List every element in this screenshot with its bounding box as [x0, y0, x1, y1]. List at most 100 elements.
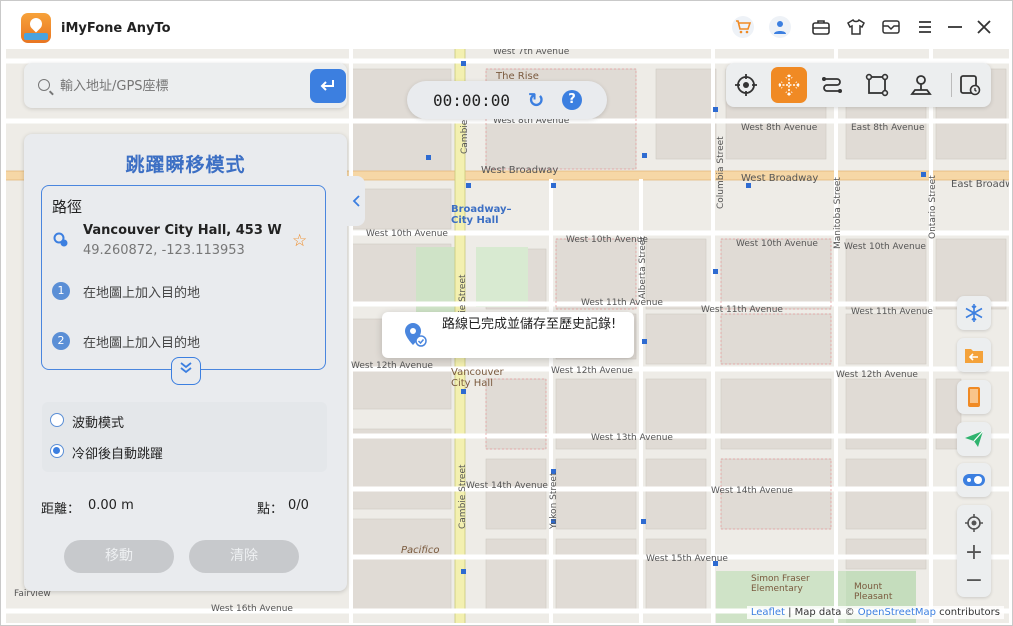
- street-label: West 11th Avenue: [851, 307, 933, 317]
- street-label: West 8th Avenue: [741, 123, 818, 133]
- street-label: West 15th Avenue: [646, 554, 728, 564]
- street-label: West 10th Avenue: [844, 242, 926, 252]
- locate-icon: [965, 514, 983, 532]
- toggle-button[interactable]: [957, 463, 991, 497]
- distance-value: 0.00 m: [88, 498, 134, 513]
- search-input[interactable]: [60, 75, 320, 97]
- return-arrow-icon: [320, 80, 334, 91]
- teleport-mode-button[interactable]: [728, 67, 764, 103]
- history-icon: [960, 75, 981, 96]
- route-icon: [822, 77, 842, 93]
- joystick-mode-button[interactable]: [903, 67, 939, 103]
- place-label: Simon Fraser Elementary: [751, 574, 810, 594]
- street-label: Cambie Street: [458, 464, 468, 529]
- location-check-icon: [405, 323, 427, 347]
- star-icon[interactable]: ☆: [292, 231, 307, 251]
- multi-route-icon: [865, 73, 889, 97]
- crosshair-icon: [735, 74, 757, 96]
- radio-wave-mode[interactable]: [50, 413, 64, 427]
- distance-label: 距離：: [41, 502, 81, 517]
- title-bar: iMyFone AnyTo: [1, 1, 1012, 49]
- street-label: Yukon Street: [549, 472, 559, 529]
- app-logo-icon: [21, 13, 51, 43]
- start-location-name: Vancouver City Hall, 453 W 1...: [83, 223, 283, 238]
- street-label: West Broadway: [741, 173, 819, 184]
- toast-message: 路線已完成並儲存至歷史記錄!: [442, 317, 617, 332]
- street-label: West 12th Avenue: [551, 366, 633, 376]
- import-gpx-button[interactable]: [957, 338, 991, 372]
- step-number: 1: [52, 282, 70, 300]
- jump-teleport-panel: 跳躍瞬移模式 路徑 Vancouver City Hall, 453 W 1..…: [24, 134, 347, 591]
- street-label: West 10th Avenue: [736, 239, 818, 249]
- collapse-panel-button[interactable]: [347, 176, 365, 226]
- send-button[interactable]: [957, 422, 991, 456]
- expand-route-button[interactable]: [171, 357, 201, 385]
- osm-link[interactable]: OpenStreetMap: [858, 607, 936, 618]
- street-label: West 7th Avenue: [493, 49, 570, 57]
- joystick-icon: [910, 75, 932, 95]
- help-icon[interactable]: ?: [562, 90, 582, 110]
- timer-panel: 00:00:00 ↻ ?: [407, 81, 607, 119]
- mail-icon[interactable]: [880, 16, 902, 38]
- street-label: East 8th Avenue: [851, 123, 925, 133]
- street-label: East Broadway: [951, 179, 1009, 190]
- transit-station-label: Broadway–City Hall: [451, 204, 512, 226]
- two-spot-mode-button[interactable]: [814, 67, 850, 103]
- street-label: West 16th Avenue: [211, 604, 293, 614]
- clear-button[interactable]: 清除: [189, 540, 299, 573]
- points-value: 0/0: [288, 498, 309, 513]
- freeze-button[interactable]: [957, 296, 991, 330]
- cart-icon[interactable]: [732, 16, 754, 38]
- place-label: Vancouver City Hall: [451, 367, 504, 389]
- place-label: Pacifico: [401, 545, 440, 556]
- zoom-in-button[interactable]: +: [957, 538, 991, 566]
- toggle-icon: [963, 474, 985, 486]
- zoom-out-button[interactable]: −: [957, 566, 991, 594]
- double-chevron-down-icon: [180, 362, 192, 374]
- device-button[interactable]: [957, 380, 991, 414]
- history-button[interactable]: [952, 67, 988, 103]
- send-icon: [965, 430, 984, 447]
- leaflet-link[interactable]: Leaflet: [751, 607, 785, 618]
- phone-icon: [968, 387, 980, 407]
- map-attribution: Leaflet | Map data © OpenStreetMap contr…: [746, 606, 1004, 619]
- street-label: West 12th Avenue: [351, 361, 433, 371]
- search-go-button[interactable]: [310, 69, 346, 103]
- jump-options: 波動模式 冷卻後自動跳躍: [42, 402, 327, 472]
- close-icon[interactable]: [973, 16, 995, 38]
- locate-me-button[interactable]: [957, 509, 991, 537]
- street-label: West 10th Avenue: [366, 229, 448, 239]
- street-label: Manitoba Street: [833, 177, 843, 249]
- panel-title: 跳躍瞬移模式: [125, 154, 246, 176]
- street-label: Ontario Street: [928, 175, 938, 239]
- refresh-icon[interactable]: ↻: [525, 89, 547, 111]
- move-arrows-icon: [778, 74, 800, 96]
- street-label: Columbia Street: [716, 136, 726, 209]
- radio-label: 冷卻後自動跳躍: [72, 447, 164, 462]
- app-window: iMyFone AnyTo West 7th Avenue The Rise W…: [0, 0, 1013, 626]
- shirt-icon[interactable]: [845, 16, 867, 38]
- route-box: 路徑 Vancouver City Hall, 453 W 1... 49.26…: [41, 185, 326, 370]
- folder-import-icon: [965, 349, 983, 363]
- step-number: 2: [52, 332, 70, 350]
- toolbox-icon[interactable]: [810, 16, 832, 38]
- multi-spot-mode-button[interactable]: [859, 67, 895, 103]
- street-label: Alberta Street: [638, 236, 648, 299]
- step-placeholder: 在地圖上加入目的地: [83, 336, 201, 351]
- street-label: West 11th Avenue: [701, 305, 783, 315]
- street-label: West 14th Avenue: [466, 481, 548, 491]
- move-button[interactable]: 移動: [64, 540, 174, 573]
- timer-value: 00:00:00: [433, 91, 511, 110]
- radio-auto-jump[interactable]: [50, 444, 64, 458]
- street-label: West 10th Avenue: [566, 235, 648, 245]
- user-icon[interactable]: [769, 16, 791, 38]
- radio-label: 波動模式: [72, 416, 125, 431]
- minimize-icon[interactable]: [944, 16, 966, 38]
- toast-notification: 路線已完成並儲存至歷史記錄!: [382, 312, 634, 358]
- search-icon: [38, 79, 50, 91]
- jump-teleport-mode-button[interactable]: [771, 67, 807, 103]
- start-location-icon: [53, 232, 69, 248]
- place-label: Mount Pleasant: [854, 582, 893, 602]
- menu-icon[interactable]: [914, 16, 936, 38]
- points-label: 點：: [257, 502, 284, 517]
